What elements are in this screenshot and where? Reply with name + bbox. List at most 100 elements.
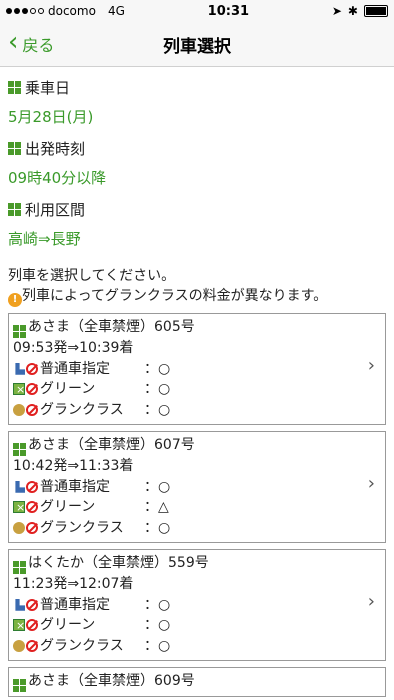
seat-label: 普通車指定	[40, 478, 110, 495]
seat-icon	[15, 362, 25, 375]
train-card[interactable]: あさま（全車禁煙）607号 10:42発⇒11:33着 普通車指定 ：○ グリーン…	[8, 431, 386, 543]
battery-icon	[363, 5, 388, 17]
status-right: ➤ ✱	[332, 4, 388, 18]
warning-icon: !	[8, 293, 22, 307]
grid-bullet-icon	[13, 325, 26, 338]
train-name-row: はくたか（全車禁煙）559号	[13, 553, 381, 574]
bluetooth-icon: ✱	[347, 4, 358, 18]
seat-label: グランクラス	[40, 519, 124, 536]
granclass-icon	[13, 403, 25, 416]
train-name-row: あさま（全車禁煙）609号	[13, 671, 381, 692]
back-button[interactable]: ‹ 戻る	[8, 22, 54, 66]
seat-label: グリーン	[40, 617, 96, 633]
seat-label: グランクラス	[40, 401, 124, 418]
train-name-row: あさま（全車禁煙）605号	[13, 317, 381, 338]
no-smoking-icon	[26, 362, 38, 375]
seat-row-green: グリーン ：△	[13, 497, 381, 519]
seat-row-granclass: グランクラス ：○	[13, 636, 381, 657]
section-value-date: 5月28日(月)	[8, 108, 94, 126]
granclass-icon	[13, 639, 25, 652]
seat-label: 普通車指定	[40, 360, 110, 377]
no-smoking-icon	[26, 598, 38, 611]
train-name: はくたか（全車禁煙）559号	[28, 555, 209, 571]
green-car-icon	[13, 380, 25, 401]
grid-bullet-icon	[8, 80, 21, 94]
seat-row-reserved: 普通車指定 ：○	[13, 595, 381, 616]
granclass-icon	[13, 521, 25, 534]
train-name: あさま（全車禁煙）607号	[28, 437, 195, 453]
seat-availability: ：△	[144, 499, 169, 515]
network-label: 4G	[107, 4, 125, 18]
seat-label: グランクラス	[40, 637, 124, 654]
status-bar: docomo 4G 10:31 ➤ ✱	[0, 0, 394, 22]
green-car-icon	[13, 498, 25, 519]
train-card[interactable]: あさま（全車禁煙）605号 09:53発⇒10:39着 普通車指定 ：○ グリーン…	[8, 313, 386, 425]
grid-bullet-icon	[13, 561, 26, 574]
seat-row-green: グリーン ：○	[13, 615, 381, 637]
seat-icon	[15, 598, 25, 611]
seat-label: 普通車指定	[40, 596, 110, 613]
nav-bar: ‹ 戻る 列車選択	[0, 22, 394, 67]
section-value-time: 09時40分以降	[8, 169, 107, 187]
train-card[interactable]: はくたか（全車禁煙）559号 11:23発⇒12:07着 普通車指定 ：○ グリー…	[8, 549, 386, 661]
train-name: あさま（全車禁煙）609号	[28, 673, 195, 689]
section-heading-time: 出発時刻	[8, 138, 386, 158]
seat-availability: ：○	[144, 617, 171, 633]
chevron-left-icon: ‹	[8, 27, 19, 57]
grid-bullet-icon	[13, 443, 26, 456]
no-smoking-icon	[26, 521, 38, 534]
seat-availability: ：○	[144, 519, 171, 536]
warning-text: 列車によってグランクラスの料金が異なります。	[22, 288, 328, 304]
green-car-icon	[13, 616, 25, 637]
train-name: あさま（全車禁煙）605号	[28, 319, 195, 335]
seat-availability: ：○	[144, 360, 171, 377]
seat-row-granclass: グランクラス ：○	[13, 518, 381, 539]
train-time: 09:53発⇒10:39着	[13, 340, 134, 356]
train-time: 10:42発⇒11:33着	[13, 458, 134, 474]
no-smoking-icon	[26, 501, 38, 514]
seat-availability: ：○	[144, 381, 171, 397]
section-value-route: 高崎⇒長野	[8, 230, 81, 248]
train-card[interactable]: あさま（全車禁煙）609号	[8, 667, 386, 697]
seat-availability: ：○	[144, 478, 171, 495]
chevron-right-icon: ›	[367, 355, 375, 376]
warning-note: ! 列車によってグランクラスの料金が異なります。	[8, 286, 386, 307]
no-smoking-icon	[26, 383, 38, 396]
grid-bullet-icon	[8, 141, 21, 155]
page-title: 列車選択	[163, 36, 231, 57]
seat-label: グリーン	[40, 499, 96, 515]
seat-availability: ：○	[144, 401, 171, 418]
seat-row-reserved: 普通車指定 ：○	[13, 359, 381, 380]
seat-row-reserved: 普通車指定 ：○	[13, 477, 381, 498]
seat-row-granclass: グランクラス ：○	[13, 400, 381, 421]
no-smoking-icon	[26, 480, 38, 493]
train-name-row: あさま（全車禁煙）607号	[13, 435, 381, 456]
instructions: 列車を選択してください。 ! 列車によってグランクラスの料金が異なります。	[8, 266, 386, 307]
chevron-right-icon: ›	[367, 473, 375, 494]
grid-bullet-icon	[13, 679, 26, 692]
back-label: 戻る	[22, 36, 55, 55]
main-content: 乗車日 5月28日(月) 出発時刻 09時40分以降 利用区間 高崎⇒長野 列車…	[0, 77, 394, 697]
grid-bullet-icon	[8, 202, 21, 216]
section-label: 利用区間	[25, 200, 86, 219]
seat-availability: ：○	[144, 596, 171, 613]
no-smoking-icon	[26, 403, 38, 416]
seat-label: グリーン	[40, 381, 96, 397]
no-smoking-icon	[26, 639, 38, 652]
train-time: 11:23発⇒12:07着	[13, 576, 134, 592]
signal-icon	[6, 8, 44, 14]
status-time: 10:31	[207, 3, 250, 19]
section-heading-date: 乗車日	[8, 77, 386, 97]
no-smoking-icon	[26, 619, 38, 632]
instruction-text: 列車を選択してください。	[8, 268, 176, 284]
section-heading-route: 利用区間	[8, 199, 386, 219]
section-label: 出発時刻	[25, 139, 86, 158]
carrier-label: docomo	[48, 4, 96, 18]
seat-icon	[15, 480, 25, 493]
status-left: docomo 4G	[6, 4, 125, 18]
location-icon: ➤	[331, 4, 342, 18]
section-label: 乗車日	[25, 78, 71, 97]
seat-row-green: グリーン ：○	[13, 379, 381, 401]
chevron-right-icon: ›	[367, 591, 375, 612]
seat-availability: ：○	[144, 637, 171, 654]
